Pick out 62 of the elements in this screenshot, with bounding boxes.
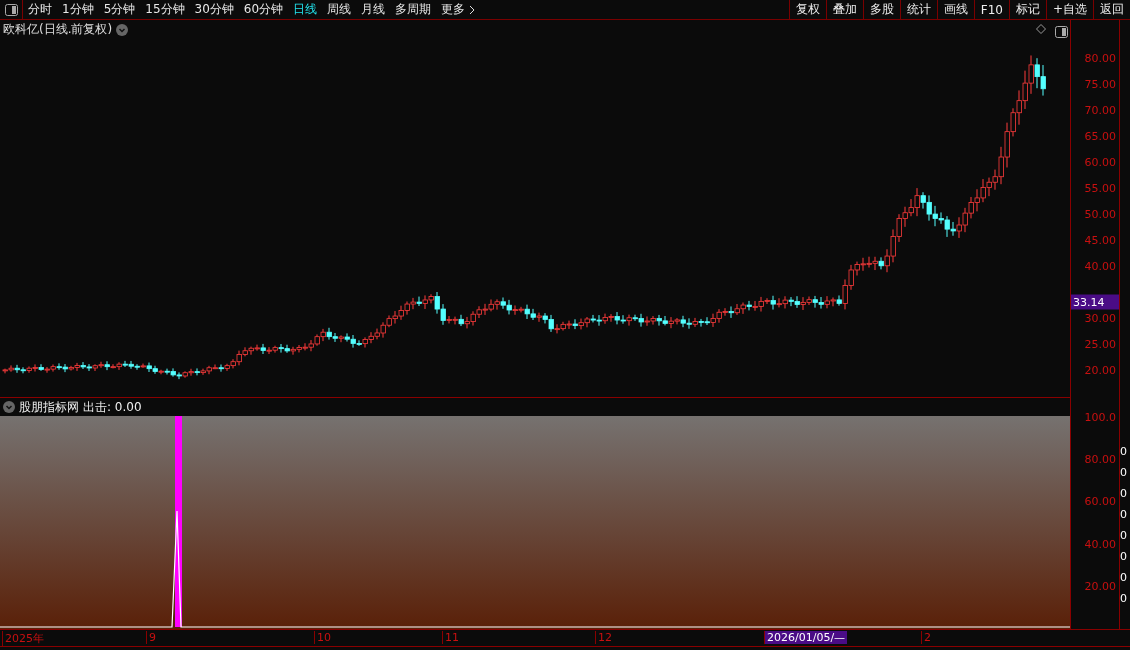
period-tab[interactable]: 月线	[356, 0, 391, 19]
side-value: 0	[1120, 486, 1128, 502]
toolbar-button[interactable]: 叠加	[825, 0, 863, 19]
price-tick: 50.00	[1084, 207, 1116, 221]
period-tab[interactable]: 5分钟	[98, 0, 141, 19]
panel-toggle-icon[interactable]	[1055, 26, 1068, 38]
chart-title: 欧科亿(日线.前复权)	[3, 21, 113, 38]
price-tick: 70.00	[1084, 103, 1116, 117]
more-menu[interactable]: 更多	[436, 0, 482, 19]
side-value: 0	[1120, 528, 1128, 544]
indicator-tick: 40.00	[1084, 537, 1116, 551]
indicator-name: 股朋指标网	[19, 398, 79, 416]
toolbar-button[interactable]: 画线	[936, 0, 974, 19]
time-label: 11	[442, 631, 461, 644]
side-value: 0	[1120, 444, 1128, 460]
dropdown-icon[interactable]	[116, 23, 129, 36]
toolbar-button[interactable]: F10	[973, 0, 1009, 19]
chevron-right-icon	[469, 4, 477, 15]
toolbar-button[interactable]: 统计	[899, 0, 937, 19]
period-tab[interactable]: 分时	[23, 0, 57, 19]
time-label: 9	[146, 631, 158, 644]
period-tab[interactable]: 15分钟	[140, 0, 190, 19]
price-tick: 30.00	[1084, 311, 1116, 325]
period-tab[interactable]: 日线	[288, 0, 323, 19]
price-tick: 45.00	[1084, 233, 1116, 247]
period-tab[interactable]: 周线	[322, 0, 357, 19]
toolbar-button[interactable]: 多股	[862, 0, 900, 19]
period-tab[interactable]: 60分钟	[238, 0, 289, 19]
side-value: 0	[1120, 591, 1128, 607]
period-tab[interactable]: 30分钟	[189, 0, 239, 19]
price-tick: 60.00	[1084, 155, 1116, 169]
time-label: 2	[921, 631, 933, 644]
toolbar-button[interactable]: 复权	[788, 0, 826, 19]
indicator-tick: 80.00	[1084, 452, 1116, 466]
toolbar-button[interactable]: +自选	[1045, 0, 1093, 19]
dropdown-icon[interactable]	[3, 401, 15, 413]
price-tick: 75.00	[1084, 77, 1116, 91]
indicator-tick: 60.00	[1084, 494, 1116, 508]
last-price-tag: 33.14	[1071, 294, 1119, 310]
time-label: 2025年	[2, 631, 46, 646]
indicator-reading: 出击: 0.00	[83, 398, 142, 416]
price-tick: 80.00	[1084, 51, 1116, 65]
price-tick: 55.00	[1084, 181, 1116, 195]
side-value: 0	[1120, 570, 1128, 586]
price-tick: 65.00	[1084, 129, 1116, 143]
side-value: 0	[1120, 507, 1128, 523]
indicator-tick: 20.00	[1084, 579, 1116, 593]
panel-toggle-icon[interactable]	[4, 3, 18, 16]
time-label: 10	[314, 631, 333, 644]
price-tick: 25.00	[1084, 337, 1116, 351]
price-tick: 20.00	[1084, 363, 1116, 377]
period-tab[interactable]: 1分钟	[57, 0, 99, 19]
side-value: 0	[1120, 549, 1128, 565]
toolbar-button[interactable]: 标记	[1008, 0, 1046, 19]
time-label: 2026/01/05/—	[764, 631, 848, 644]
indicator-tick: 100.0	[1084, 410, 1116, 424]
diamond-icon[interactable]	[1036, 24, 1046, 34]
price-tick: 40.00	[1084, 259, 1116, 273]
toolbar-button[interactable]: 返回	[1093, 0, 1130, 19]
side-value: 0	[1120, 465, 1128, 481]
time-label: 12	[595, 631, 614, 644]
period-tab[interactable]: 多周期	[390, 0, 437, 19]
